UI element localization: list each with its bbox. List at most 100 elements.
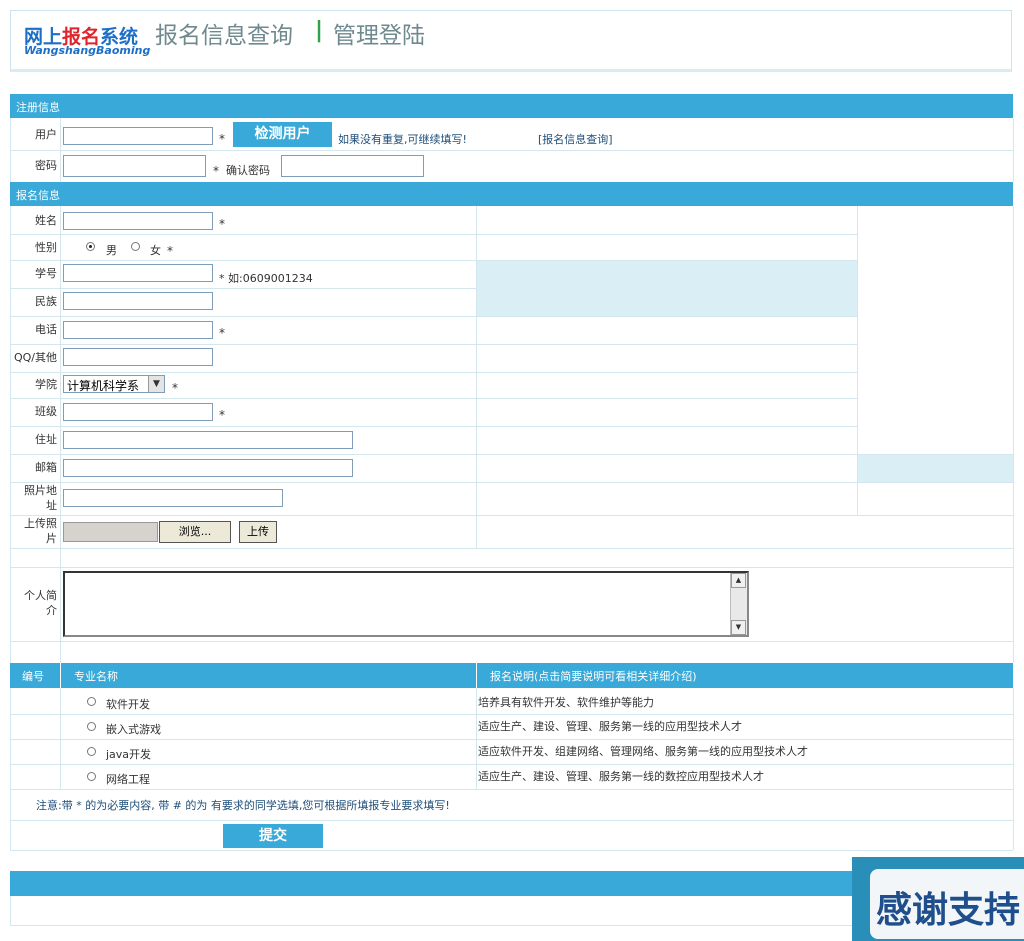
phone-input[interactable] bbox=[63, 321, 213, 339]
username-input[interactable] bbox=[63, 127, 213, 145]
user-label: 用户 bbox=[35, 128, 57, 141]
divider bbox=[10, 150, 1013, 151]
divider bbox=[60, 206, 61, 663]
file-path-field[interactable] bbox=[63, 522, 158, 542]
photo-url-label: 照片地址 bbox=[24, 484, 57, 512]
ethnicity-label: 民族 bbox=[35, 295, 57, 308]
gender-female-radio[interactable] bbox=[131, 242, 140, 251]
divider bbox=[1013, 206, 1014, 663]
major-description[interactable]: 适应生产、建设、管理、服务第一线的应用型技术人才 bbox=[478, 718, 742, 734]
major-radio[interactable] bbox=[87, 722, 96, 731]
major-radio[interactable] bbox=[87, 697, 96, 706]
gender-label: 性别 bbox=[35, 241, 57, 254]
gender-male-radio[interactable] bbox=[86, 242, 95, 251]
divider bbox=[10, 454, 1013, 455]
major-radio[interactable] bbox=[87, 772, 96, 781]
name-input[interactable] bbox=[63, 212, 213, 230]
browse-button[interactable]: 浏览... bbox=[159, 521, 231, 543]
major-description[interactable]: 适应生产、建设、管理、服务第一线的数控应用型技术人才 bbox=[478, 768, 764, 784]
divider bbox=[10, 789, 1013, 790]
divider bbox=[10, 896, 11, 926]
gender-female-label: 女 bbox=[150, 244, 161, 257]
col-major-name-header: 专业名称 bbox=[74, 670, 118, 683]
divider bbox=[10, 206, 11, 663]
phone-label: 电话 bbox=[35, 323, 57, 336]
divider bbox=[1013, 688, 1014, 850]
address-input[interactable] bbox=[63, 431, 353, 449]
required-mark: * bbox=[167, 244, 173, 258]
required-mark: * bbox=[219, 132, 225, 146]
required-mark: * bbox=[219, 326, 225, 340]
divider bbox=[60, 663, 61, 688]
divider bbox=[857, 206, 858, 516]
divider bbox=[1013, 118, 1014, 182]
site-logo-english: WangshangBaoming bbox=[24, 44, 151, 57]
scroll-up-icon[interactable]: ▲ bbox=[731, 573, 746, 588]
class-input[interactable] bbox=[63, 403, 213, 421]
nav-admin-login-link[interactable]: 管理登陆 bbox=[333, 16, 425, 50]
nav-separator: | bbox=[315, 18, 324, 43]
ethnicity-input[interactable] bbox=[63, 292, 213, 310]
required-mark: * bbox=[172, 381, 178, 395]
divider bbox=[10, 398, 857, 399]
major-description[interactable]: 适应软件开发、组建网络、管理网络、服务第一线的应用型技术人才 bbox=[478, 743, 808, 759]
signup-section-bar: 报名信息 bbox=[10, 182, 1013, 206]
major-name: java开发 bbox=[106, 748, 152, 761]
major-description[interactable]: 培养具有软件开发、软件维护等能力 bbox=[478, 694, 654, 710]
nav-query-link[interactable]: 报名信息查询 bbox=[155, 16, 293, 50]
scrollbar[interactable]: ▲ ▼ bbox=[730, 573, 747, 635]
highlight-cell bbox=[477, 261, 857, 316]
divider bbox=[476, 663, 477, 688]
check-user-hint: 如果没有重复,可继续填写! bbox=[338, 133, 467, 146]
major-radio[interactable] bbox=[87, 747, 96, 756]
query-signup-link[interactable]: [报名信息查询] bbox=[538, 131, 613, 147]
confirm-password-label: 确认密码 bbox=[226, 164, 270, 177]
check-user-button[interactable]: 检测用户 bbox=[233, 122, 332, 147]
qq-input[interactable] bbox=[63, 348, 213, 366]
confirm-password-input[interactable] bbox=[281, 155, 424, 177]
student-id-label: 学号 bbox=[35, 267, 57, 280]
student-id-input[interactable] bbox=[63, 264, 213, 282]
divider bbox=[10, 316, 857, 317]
divider bbox=[10, 764, 1013, 765]
divider bbox=[10, 482, 1013, 483]
divider bbox=[10, 344, 857, 345]
college-select[interactable]: 计算机科学系 ▼ bbox=[63, 375, 165, 393]
highlight-cell bbox=[858, 455, 1013, 482]
col-number-header: 编号 bbox=[22, 670, 44, 683]
photo-url-input[interactable] bbox=[63, 489, 283, 507]
divider bbox=[476, 206, 477, 549]
scroll-down-icon[interactable]: ▼ bbox=[731, 620, 746, 635]
divider bbox=[10, 260, 857, 261]
college-label: 学院 bbox=[35, 378, 57, 391]
student-id-hint: * 如:0609001234 bbox=[219, 272, 313, 285]
divider bbox=[10, 567, 1013, 568]
divider bbox=[10, 850, 1013, 851]
divider bbox=[10, 515, 1013, 516]
divider bbox=[10, 688, 11, 850]
intro-textarea[interactable]: ▲ ▼ bbox=[63, 571, 749, 637]
divider bbox=[10, 288, 477, 289]
class-label: 班级 bbox=[35, 405, 57, 418]
email-input[interactable] bbox=[63, 459, 353, 477]
password-label: 密码 bbox=[35, 159, 57, 172]
thank-you-banner[interactable]: 感谢支持 bbox=[852, 857, 1024, 941]
submit-button[interactable]: 提交 bbox=[223, 824, 323, 848]
register-section-bar: 注册信息 bbox=[10, 94, 1013, 118]
divider bbox=[10, 739, 1013, 740]
form-note: 注意:带 * 的为必要内容, 带 # 的为 有要求的同学选填,您可根据所填报专业… bbox=[36, 799, 450, 812]
major-name: 网络工程 bbox=[106, 773, 150, 786]
divider bbox=[10, 714, 1013, 715]
upload-button[interactable]: 上传 bbox=[239, 521, 277, 543]
address-label: 住址 bbox=[35, 433, 57, 446]
divider bbox=[10, 641, 1013, 642]
intro-label: 个人简介 bbox=[24, 589, 57, 617]
divider bbox=[10, 234, 857, 235]
chevron-down-icon[interactable]: ▼ bbox=[148, 376, 164, 392]
required-mark: * bbox=[213, 164, 219, 178]
required-mark: * bbox=[219, 217, 225, 231]
banner-text: 感谢支持 bbox=[876, 890, 1021, 931]
gender-male-label: 男 bbox=[106, 244, 117, 257]
password-input[interactable] bbox=[63, 155, 206, 177]
divider bbox=[10, 820, 1013, 821]
